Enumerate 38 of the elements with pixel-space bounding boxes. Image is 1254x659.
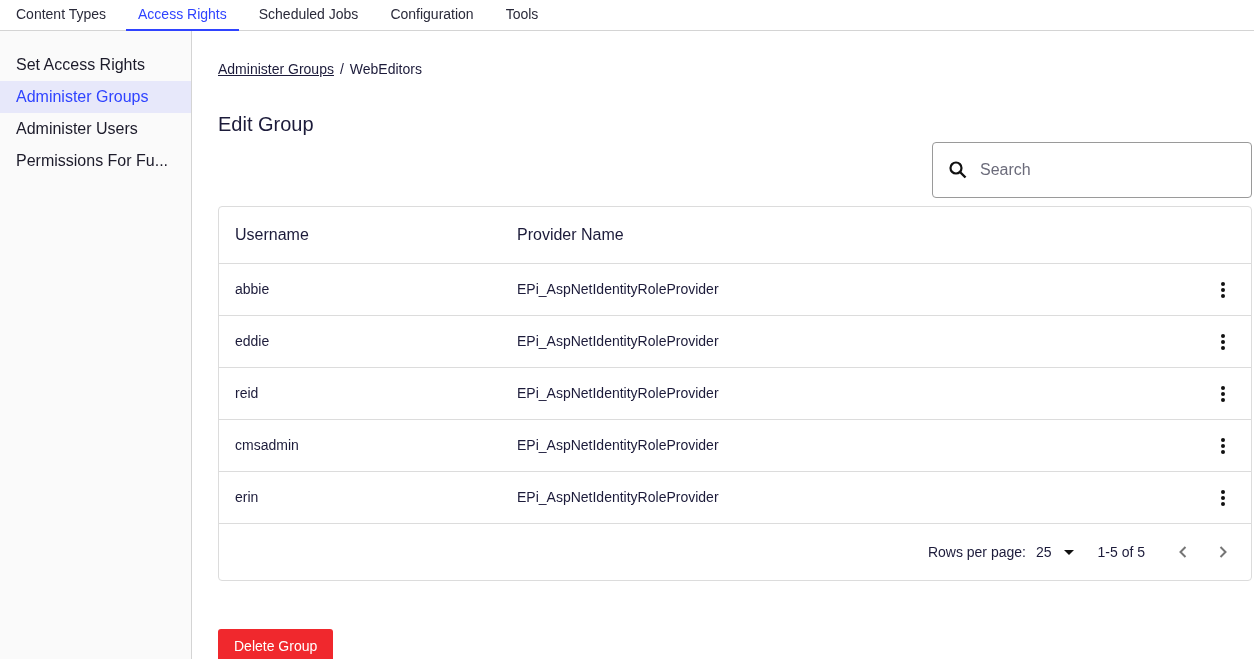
table-cell-text: EPi_AspNetIdentityRoleProvider (517, 436, 720, 455)
nav-tab[interactable]: Scheduled Jobs (246, 0, 371, 31)
table-cell-text: erin (234, 488, 260, 507)
caret-down-icon (1063, 549, 1074, 555)
more-vertical-icon (1221, 385, 1225, 402)
page-range: 1-5 of 5 (1097, 542, 1145, 562)
chevron-right-icon (1219, 546, 1227, 558)
column-header: Username (234, 225, 310, 245)
breadcrumb-current: WebEditors (349, 60, 422, 79)
chevron-left-icon (1179, 546, 1187, 558)
more-vertical-icon (1221, 489, 1225, 506)
table-cell-text: cmsadmin (234, 436, 300, 455)
sidebar-item[interactable]: Set Access Rights (0, 49, 191, 81)
search-icon (949, 161, 967, 179)
table-cell-text: EPi_AspNetIdentityRoleProvider (517, 384, 720, 403)
table-cell-text: abbie (234, 280, 271, 299)
rows-per-page-label: Rows per page: (927, 542, 1026, 562)
nav-tab[interactable]: Configuration (378, 0, 486, 31)
table-cell-text: EPi_AspNetIdentityRoleProvider (517, 280, 720, 299)
column-header: Provider Name (517, 225, 624, 245)
search-field[interactable]: Search (932, 142, 1252, 198)
sidebar-item[interactable]: Permissions For Fu... (0, 145, 191, 177)
nav-tab[interactable]: Tools (493, 0, 551, 31)
table-cell-text: reid (234, 384, 260, 403)
sidebar-item[interactable]: Administer Groups (0, 81, 191, 113)
more-vertical-icon (1221, 333, 1225, 350)
table-cell-text: eddie (234, 332, 271, 351)
sidebar-item[interactable]: Administer Users (0, 113, 191, 145)
more-vertical-icon (1221, 281, 1225, 298)
rows-per-page-select[interactable]: 25 (1035, 541, 1074, 563)
breadcrumb-link[interactable]: Administer Groups (218, 59, 334, 80)
delete-group-button[interactable]: Delete Group (218, 629, 334, 659)
table-cell-text: EPi_AspNetIdentityRoleProvider (517, 488, 720, 507)
nav-tab[interactable]: Content Types (4, 0, 119, 31)
breadcrumb-separator: / (339, 60, 344, 79)
more-vertical-icon (1221, 437, 1225, 454)
page-heading: Edit Group (218, 112, 315, 137)
table-cell-text: EPi_AspNetIdentityRoleProvider (517, 332, 720, 351)
